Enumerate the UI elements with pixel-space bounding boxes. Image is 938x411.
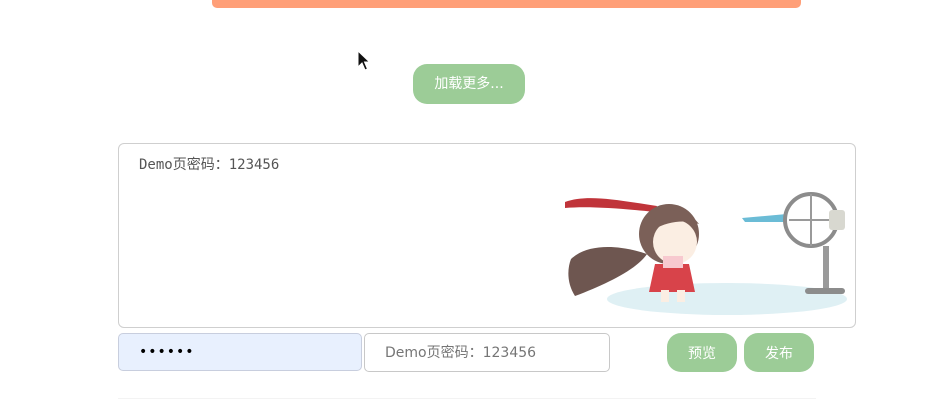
divider (118, 398, 816, 399)
name-input[interactable] (364, 333, 610, 372)
comment-text: Demo页密码：123456 (139, 157, 280, 173)
load-more-button[interactable]: 加载更多... (413, 64, 525, 104)
top-accent-bar (212, 0, 801, 8)
password-input[interactable]: •••••• (118, 333, 362, 371)
publish-button[interactable]: 发布 (744, 333, 814, 372)
fan-girl-illustration (565, 192, 847, 315)
comment-textarea[interactable]: Demo页密码：123456 (118, 143, 856, 328)
mouse-pointer-icon (357, 50, 371, 71)
preview-button[interactable]: 预览 (667, 333, 737, 372)
